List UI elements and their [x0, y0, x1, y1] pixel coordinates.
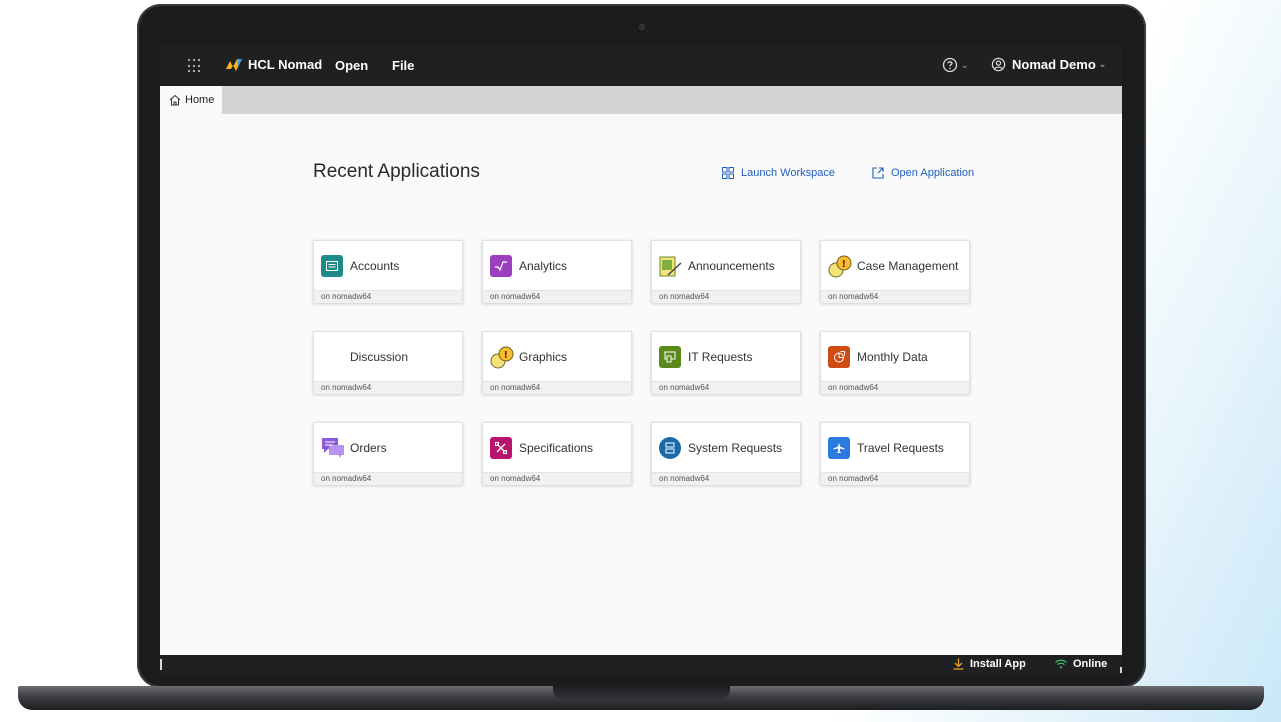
app-card-graphics[interactable]: ! Graphics on nomadw64 [482, 331, 632, 394]
specifications-icon [490, 436, 512, 459]
app-name: Announcements [688, 258, 775, 273]
hcl-logo-icon [226, 58, 242, 71]
online-status: Online [1055, 658, 1107, 670]
brand[interactable]: HCL Nomad [226, 57, 322, 72]
app-server: on nomadw64 [314, 472, 462, 485]
tab-home-label: Home [185, 94, 215, 106]
user-chevron: ⌄ [1098, 59, 1107, 69]
case-management-icon: ! [828, 255, 852, 277]
app-server: on nomadw64 [652, 472, 800, 485]
app-card-monthly-data[interactable]: Monthly Data on nomadw64 [820, 331, 970, 394]
app-name: IT Requests [688, 349, 753, 364]
announcements-icon [659, 255, 682, 277]
app-name: Accounts [350, 258, 400, 273]
analytics-icon [490, 254, 512, 277]
tab-strip: Home [160, 86, 1122, 114]
svg-text:!: ! [842, 259, 847, 270]
online-label: Online [1073, 658, 1108, 670]
help-menu[interactable]: ⌄ [942, 57, 969, 73]
app-card-it-requests[interactable]: IT Requests on nomadw64 [651, 331, 801, 394]
app-name: Discussion [350, 349, 409, 364]
app-server: on nomadw64 [483, 472, 631, 485]
app-card-accounts[interactable]: Accounts on nomadw64 [313, 240, 463, 303]
app-name: Analytics [519, 258, 568, 273]
app-server: on nomadw64 [652, 381, 800, 394]
open-application-link[interactable]: Open Application [872, 167, 974, 179]
monthly-data-icon [828, 345, 850, 368]
external-link-icon [872, 167, 884, 179]
app-name: Graphics [519, 349, 568, 364]
menu-open[interactable]: Open [335, 58, 368, 73]
discussion-icon [321, 346, 343, 368]
launch-workspace-label: Launch Workspace [741, 167, 835, 179]
app-server: on nomadw64 [652, 290, 800, 303]
travel-requests-icon [828, 436, 850, 459]
tab-home[interactable]: Home [160, 86, 222, 114]
app-name: System Requests [688, 440, 783, 455]
app-card-announcements[interactable]: Announcements on nomadw64 [651, 240, 801, 303]
launch-workspace-link[interactable]: Launch Workspace [722, 167, 835, 179]
help-icon [942, 57, 958, 73]
status-bar: Install App Online [160, 655, 1122, 674]
workspace-grid-icon [722, 167, 734, 179]
app-card-system-requests[interactable]: System Requests on nomadw64 [651, 422, 801, 485]
user-avatar-icon [991, 57, 1006, 72]
app-server: on nomadw64 [821, 290, 969, 303]
svg-text:!: ! [504, 350, 509, 361]
app-name: Travel Requests [857, 440, 944, 455]
app-name: Case Management [857, 258, 959, 273]
brand-label: HCL Nomad [248, 57, 323, 72]
app-name: Orders [350, 440, 387, 455]
graphics-icon: ! [490, 346, 514, 368]
app-card-case-management[interactable]: ! Case Management on nomadw64 [820, 240, 970, 303]
app-card-travel-requests[interactable]: Travel Requests on nomadw64 [820, 422, 970, 485]
camera-dot [639, 24, 645, 30]
app-server: on nomadw64 [314, 290, 462, 303]
app-server: on nomadw64 [314, 381, 462, 394]
wifi-icon [1055, 659, 1067, 669]
app-server: on nomadw64 [821, 472, 969, 485]
app-screen: HCL Nomad Open File ⌄ Nomad Demo ⌄ Home … [160, 46, 1122, 674]
status-corner-left [160, 659, 162, 670]
user-menu[interactable]: Nomad Demo ⌄ [991, 57, 1106, 72]
home-icon [169, 94, 181, 106]
app-server: on nomadw64 [483, 290, 631, 303]
accounts-icon [321, 254, 343, 277]
app-name: Specifications [519, 440, 594, 455]
app-server: on nomadw64 [483, 381, 631, 394]
it-requests-icon [659, 345, 681, 368]
install-app-button[interactable]: Install App [953, 658, 1026, 670]
system-requests-icon [659, 436, 681, 459]
app-server: on nomadw64 [821, 381, 969, 394]
download-icon [953, 658, 964, 670]
status-corner-right [1120, 667, 1122, 673]
help-chevron: ⌄ [961, 59, 969, 70]
orders-icon [321, 437, 344, 459]
user-name: Nomad Demo [1012, 57, 1096, 72]
open-application-label: Open Application [891, 167, 975, 179]
app-card-analytics[interactable]: Analytics on nomadw64 [482, 240, 632, 303]
app-launcher-grid-icon[interactable] [188, 59, 202, 73]
app-card-specifications[interactable]: Specifications on nomadw64 [482, 422, 632, 485]
laptop-base-notch [553, 686, 730, 701]
page-title: Recent Applications [313, 161, 480, 182]
menu-file[interactable]: File [392, 58, 414, 73]
top-bar: HCL Nomad Open File ⌄ Nomad Demo ⌄ [160, 46, 1122, 86]
app-card-orders[interactable]: Orders on nomadw64 [313, 422, 463, 485]
app-card-discussion[interactable]: Discussion on nomadw64 [313, 331, 463, 394]
app-name: Monthly Data [857, 349, 928, 364]
install-app-label: Install App [970, 658, 1026, 670]
